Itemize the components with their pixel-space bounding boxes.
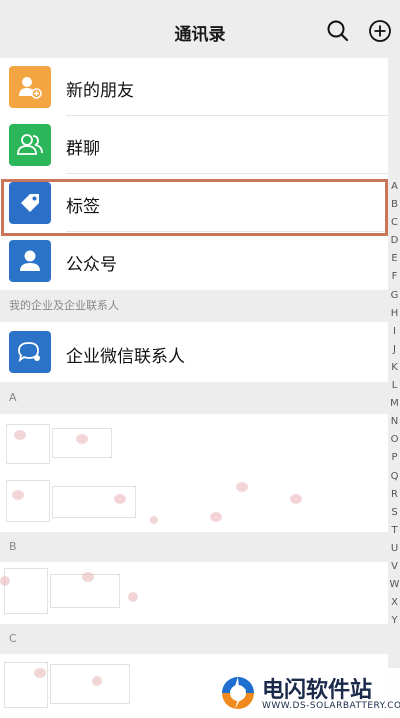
index-letter[interactable]: S	[389, 504, 400, 522]
blurred-mark	[114, 494, 126, 504]
list-item-label: 公众号	[66, 255, 117, 275]
official-account-icon	[20, 250, 40, 271]
avatar	[9, 182, 51, 224]
list-item-label: 新的朋友	[66, 81, 134, 101]
index-letter[interactable]: J	[389, 341, 400, 359]
section-header-a: A	[0, 382, 388, 414]
index-letter[interactable]: V	[389, 558, 400, 576]
section-letter: C	[9, 632, 17, 645]
index-letter[interactable]: W	[389, 576, 400, 594]
enterprise-list: 企业微信联系人	[0, 322, 388, 382]
avatar	[9, 240, 51, 282]
index-letter[interactable]: F	[389, 268, 400, 286]
blurred-contact-avatar	[4, 568, 48, 614]
alphabet-index[interactable]: ABCDEFGHIJKLMNOPQRSTUVWXY	[389, 178, 400, 630]
index-letter[interactable]: I	[389, 323, 400, 341]
blurred-mark	[128, 592, 138, 602]
index-letter[interactable]: Y	[389, 612, 400, 630]
contact-list-a	[0, 414, 388, 532]
index-letter[interactable]: D	[389, 232, 400, 250]
list-item-label: 标签	[66, 197, 100, 217]
blurred-mark	[12, 490, 24, 500]
index-letter[interactable]: O	[389, 431, 400, 449]
section-header-enterprise: 我的企业及企业联系人	[0, 290, 388, 322]
top-bar: 通讯录	[0, 0, 400, 62]
watermark-brand: 电闪软件站	[262, 678, 373, 703]
section-header-b: B	[0, 532, 388, 562]
blurred-mark	[150, 516, 158, 524]
wecom-icon	[18, 342, 40, 363]
index-letter[interactable]: Q	[389, 468, 400, 486]
index-letter[interactable]: M	[389, 395, 400, 413]
section-letter: A	[9, 391, 17, 404]
blurred-contact-name	[50, 664, 130, 704]
blurred-mark	[14, 430, 26, 440]
blurred-mark	[82, 572, 94, 582]
watermark-url: WWW.DS-SOLARBATTERY.COM	[262, 701, 400, 711]
blurred-contact-avatar	[6, 424, 50, 464]
blurred-mark	[236, 482, 248, 492]
add-friend-icon	[19, 77, 42, 99]
tag-icon	[21, 194, 39, 212]
avatar	[9, 66, 51, 108]
group-chat-icon	[17, 134, 43, 155]
list-item-tags[interactable]: 标签	[0, 174, 388, 232]
blurred-mark	[210, 512, 222, 522]
section-letter: B	[9, 540, 17, 553]
blurred-mark	[76, 434, 88, 444]
index-letter[interactable]: T	[389, 522, 400, 540]
index-letter[interactable]: N	[389, 413, 400, 431]
index-letter[interactable]: B	[389, 196, 400, 214]
blurred-mark	[0, 576, 10, 586]
index-letter[interactable]: H	[389, 305, 400, 323]
blurred-mark	[290, 494, 302, 504]
index-letter[interactable]: E	[389, 250, 400, 268]
watermark: 电闪软件站 WWW.DS-SOLARBATTERY.COM	[212, 668, 400, 718]
index-letter[interactable]: R	[389, 486, 400, 504]
blurred-contact-avatar	[6, 480, 50, 522]
list-item-official-accounts[interactable]: 公众号	[0, 232, 388, 290]
index-letter[interactable]: G	[389, 287, 400, 305]
function-list: 新的朋友 群聊 标签 公众号	[0, 58, 388, 290]
index-letter[interactable]: C	[389, 214, 400, 232]
list-item-new-friends[interactable]: 新的朋友	[0, 58, 388, 116]
contact-list-b	[0, 562, 388, 624]
blurred-mark	[92, 676, 102, 686]
index-letter[interactable]: P	[389, 449, 400, 467]
index-letter[interactable]: X	[389, 594, 400, 612]
avatar	[9, 331, 51, 373]
index-letter[interactable]: U	[389, 540, 400, 558]
list-item-group-chats[interactable]: 群聊	[0, 116, 388, 174]
list-item-label: 群聊	[66, 139, 100, 159]
list-item-wecom-contacts[interactable]: 企业微信联系人	[0, 322, 388, 382]
brand-logo-icon	[222, 677, 254, 709]
index-letter[interactable]: A	[389, 178, 400, 196]
index-letter[interactable]: L	[389, 377, 400, 395]
list-item-label: 企业微信联系人	[66, 347, 185, 367]
add-icon[interactable]	[367, 18, 393, 44]
index-letter[interactable]: K	[389, 359, 400, 377]
section-label: 我的企业及企业联系人	[9, 299, 119, 312]
blurred-mark	[34, 668, 46, 678]
avatar	[9, 124, 51, 166]
search-icon[interactable]	[325, 18, 351, 44]
section-header-c: C	[0, 624, 388, 654]
